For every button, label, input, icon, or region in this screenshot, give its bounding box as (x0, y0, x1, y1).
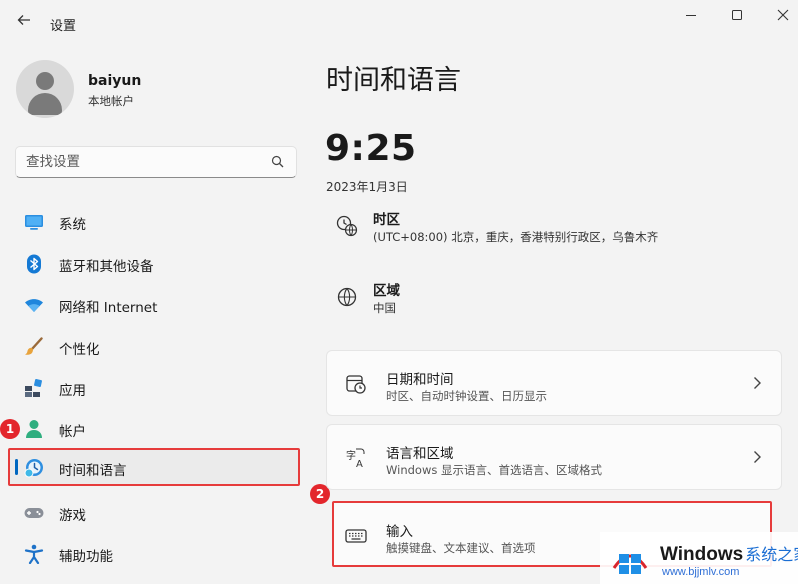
sidebar-item-label: 游戏 (59, 508, 86, 524)
sidebar-item-label: 个性化 (59, 342, 100, 358)
region-label: 区域 (373, 283, 400, 299)
back-arrow-icon[interactable] (14, 12, 34, 32)
avatar[interactable] (16, 60, 74, 118)
globe-icon (336, 286, 358, 308)
timezone-label: 时区 (373, 212, 400, 228)
calendar-clock-icon (345, 373, 367, 395)
svg-text:字: 字 (346, 449, 356, 462)
card-title: 日期和时间 (386, 372, 454, 388)
page-title: 时间和语言 (326, 65, 461, 96)
sidebar-item-personalization[interactable]: 个性化 (8, 327, 300, 365)
apps-icon (24, 378, 44, 398)
svg-text:A: A (356, 459, 363, 469)
watermark-url: www.bjjmlv.com (662, 566, 740, 578)
sidebar-item-system[interactable]: 系统 (8, 202, 300, 240)
current-date: 2023年1月3日 (326, 180, 408, 194)
avatar-head (36, 72, 54, 90)
title-bar: 设置 (0, 0, 798, 46)
sidebar-item-gaming[interactable]: 游戏 (8, 493, 300, 531)
sidebar-item-bluetooth[interactable]: 蓝牙和其他设备 (8, 244, 300, 282)
active-indicator (15, 459, 18, 475)
sidebar-item-apps[interactable]: 应用 (8, 368, 300, 406)
sidebar-item-label: 系统 (59, 217, 86, 233)
sidebar-item-label: 蓝牙和其他设备 (59, 259, 154, 275)
account-type: 本地帐户 (88, 94, 134, 108)
window-title: 设置 (50, 19, 77, 34)
sidebar-item-label: 辅助功能 (59, 549, 113, 565)
card-subtitle: 时区、自动时钟设置、日历显示 (386, 389, 547, 403)
sidebar-item-accounts[interactable]: 帐户 (8, 409, 300, 447)
watermark-brand-en: Windows (660, 544, 744, 565)
sidebar-item-label: 帐户 (59, 424, 86, 440)
user-name: baiyun (88, 73, 142, 89)
monitor-icon (24, 212, 44, 232)
search-box[interactable] (15, 146, 297, 178)
sidebar-item-label: 时间和语言 (59, 463, 127, 479)
minimize-icon[interactable] (676, 6, 706, 28)
sidebar-item-label: 网络和 Internet (59, 300, 158, 316)
sidebar-item-label: 应用 (59, 383, 86, 399)
date-time-card[interactable]: 日期和时间 时区、自动时钟设置、日历显示 (326, 350, 782, 416)
chevron-right-icon (751, 375, 763, 391)
accessibility-icon (24, 544, 44, 565)
current-time: 9:25 (325, 128, 417, 169)
watermark: Windows系统之家 www.bjjmlv.com (600, 532, 798, 584)
search-input[interactable] (26, 147, 256, 177)
windows-logo-icon (610, 538, 650, 578)
annotation-badge-1: 1 (0, 419, 20, 439)
person-icon (24, 419, 44, 439)
card-subtitle: Windows 显示语言、首选语言、区域格式 (386, 463, 602, 477)
region-info: 区域 中国 (326, 278, 786, 328)
maximize-icon[interactable] (722, 6, 752, 28)
clock-globe-icon (24, 458, 44, 478)
timezone-value: (UTC+08:00) 北京，重庆，香港特别行政区，乌鲁木齐 (373, 230, 659, 244)
language-region-card[interactable]: 字A 语言和区域 Windows 显示语言、首选语言、区域格式 (326, 424, 782, 490)
sidebar-item-accessibility[interactable]: 辅助功能 (8, 534, 300, 572)
card-subtitle: 触摸键盘、文本建议、首选项 (386, 541, 536, 555)
sidebar-item-time-language[interactable]: 时间和语言 (8, 448, 300, 486)
wifi-icon (24, 295, 44, 315)
gamepad-icon (24, 503, 44, 523)
watermark-brand: Windows系统之家 (660, 541, 798, 566)
timezone-icon (336, 215, 358, 237)
watermark-brand-cn: 系统之家 (745, 547, 798, 564)
close-icon[interactable] (768, 6, 798, 28)
bluetooth-icon (24, 254, 44, 274)
language-icon: 字A (345, 447, 367, 470)
chevron-right-icon (751, 449, 763, 465)
search-icon[interactable] (270, 154, 286, 170)
brush-icon (24, 337, 44, 357)
keyboard-icon (345, 525, 367, 547)
card-title: 输入 (386, 524, 413, 540)
card-title: 语言和区域 (386, 446, 454, 462)
region-value: 中国 (373, 301, 396, 315)
sidebar-item-network[interactable]: 网络和 Internet (8, 285, 300, 323)
timezone-info: 时区 (UTC+08:00) 北京，重庆，香港特别行政区，乌鲁木齐 (326, 207, 786, 257)
avatar-body (28, 93, 62, 115)
